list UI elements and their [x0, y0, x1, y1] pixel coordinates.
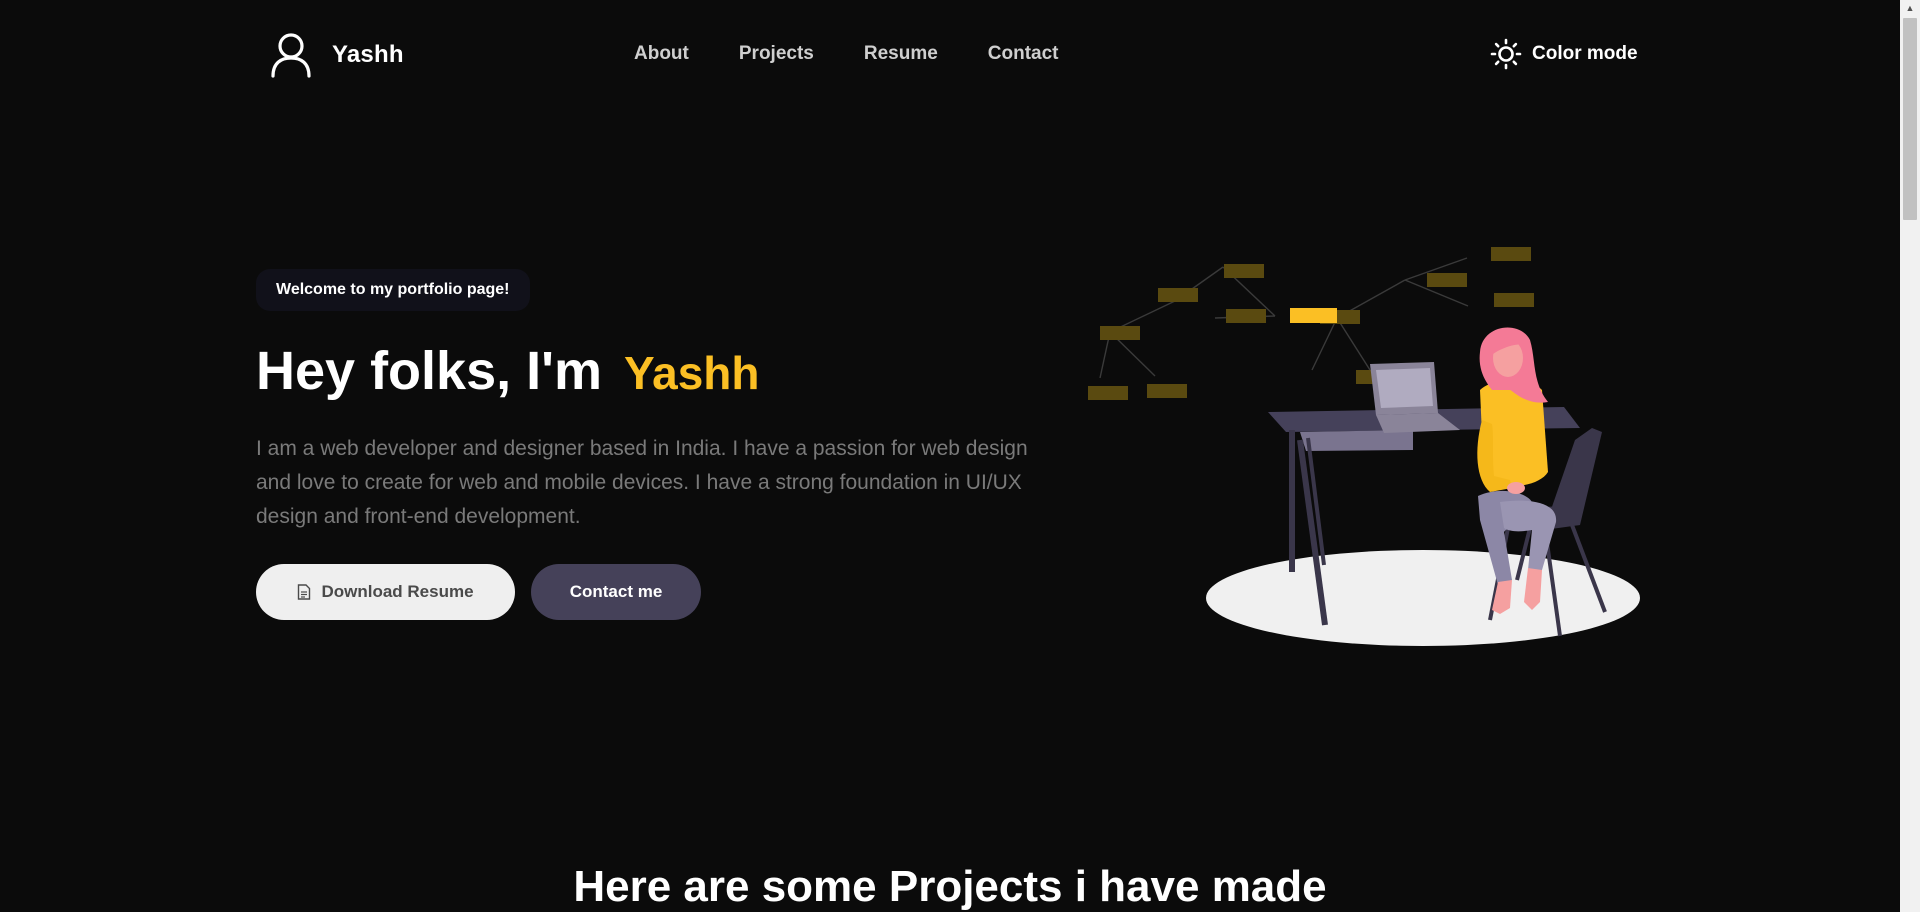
nav-about[interactable]: About	[634, 43, 689, 65]
nav-projects[interactable]: Projects	[739, 43, 814, 65]
hero-title: Hey folks, I'm Yashh	[256, 340, 759, 404]
page: Yashh About Projects Resume Contact Colo…	[0, 0, 1900, 912]
color-mode-toggle[interactable]: Color mode	[1490, 38, 1638, 70]
hero-description: I am a web developer and designer based …	[256, 437, 1028, 528]
welcome-badge: Welcome to my portfolio page!	[256, 269, 530, 311]
scroll-up-arrow-icon[interactable]: ▲	[1900, 0, 1920, 16]
hero-illustration	[1088, 247, 1640, 646]
projects-section-title: Here are some Projects i have made	[573, 862, 1327, 911]
sun-icon	[1490, 38, 1522, 70]
download-resume-label: Download Resume	[321, 582, 474, 601]
main-nav: About Projects Resume Contact	[634, 43, 1059, 65]
hero-title-name: Yashh	[623, 347, 760, 399]
user-icon	[271, 33, 311, 78]
hero-title-prefix: Hey folks, I'm	[256, 341, 602, 401]
download-resume-button[interactable]: Download Resume	[256, 564, 515, 620]
color-mode-label: Color mode	[1532, 43, 1638, 64]
brand-name: Yashh	[332, 41, 404, 68]
document-icon	[298, 584, 311, 600]
nav-resume[interactable]: Resume	[864, 43, 938, 65]
contact-me-button[interactable]: Contact me	[531, 564, 701, 620]
page-scrollbar[interactable]: ▲	[1900, 0, 1920, 912]
scrollbar-thumb[interactable]	[1903, 18, 1917, 220]
brand[interactable]: Yashh	[268, 32, 404, 78]
nav-contact[interactable]: Contact	[988, 43, 1059, 65]
